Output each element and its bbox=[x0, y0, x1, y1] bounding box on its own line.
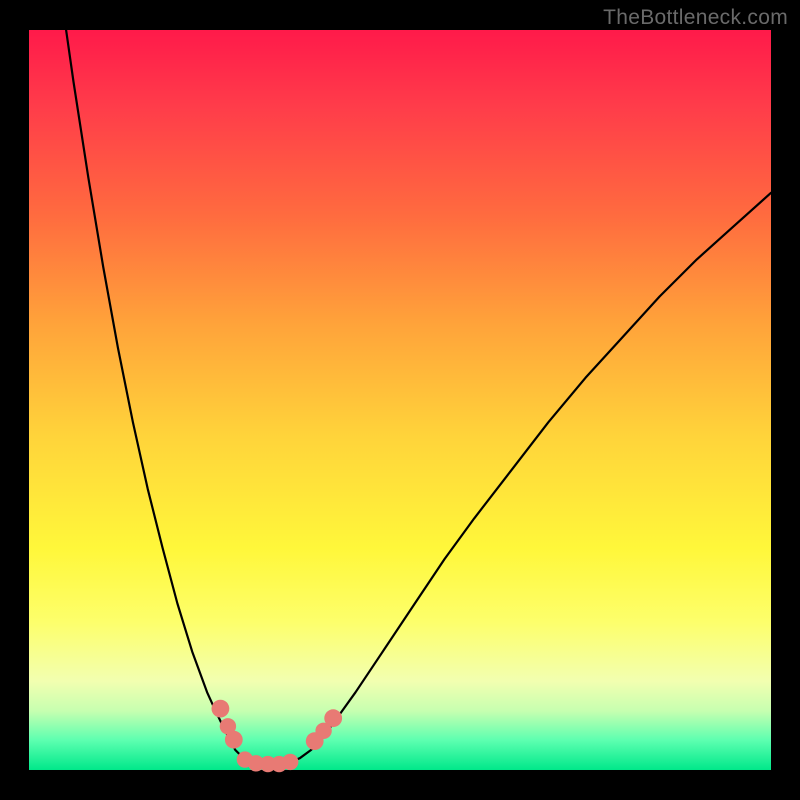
chart-frame: TheBottleneck.com bbox=[0, 0, 800, 800]
curve-marker bbox=[324, 709, 342, 727]
plot-area bbox=[29, 30, 771, 770]
curve-marker bbox=[212, 700, 230, 718]
bottleneck-curve bbox=[66, 30, 771, 764]
chart-svg bbox=[29, 30, 771, 770]
curve-markers bbox=[212, 700, 343, 773]
curve-marker bbox=[225, 731, 243, 749]
curve-marker bbox=[282, 754, 298, 770]
watermark-text: TheBottleneck.com bbox=[603, 6, 788, 30]
